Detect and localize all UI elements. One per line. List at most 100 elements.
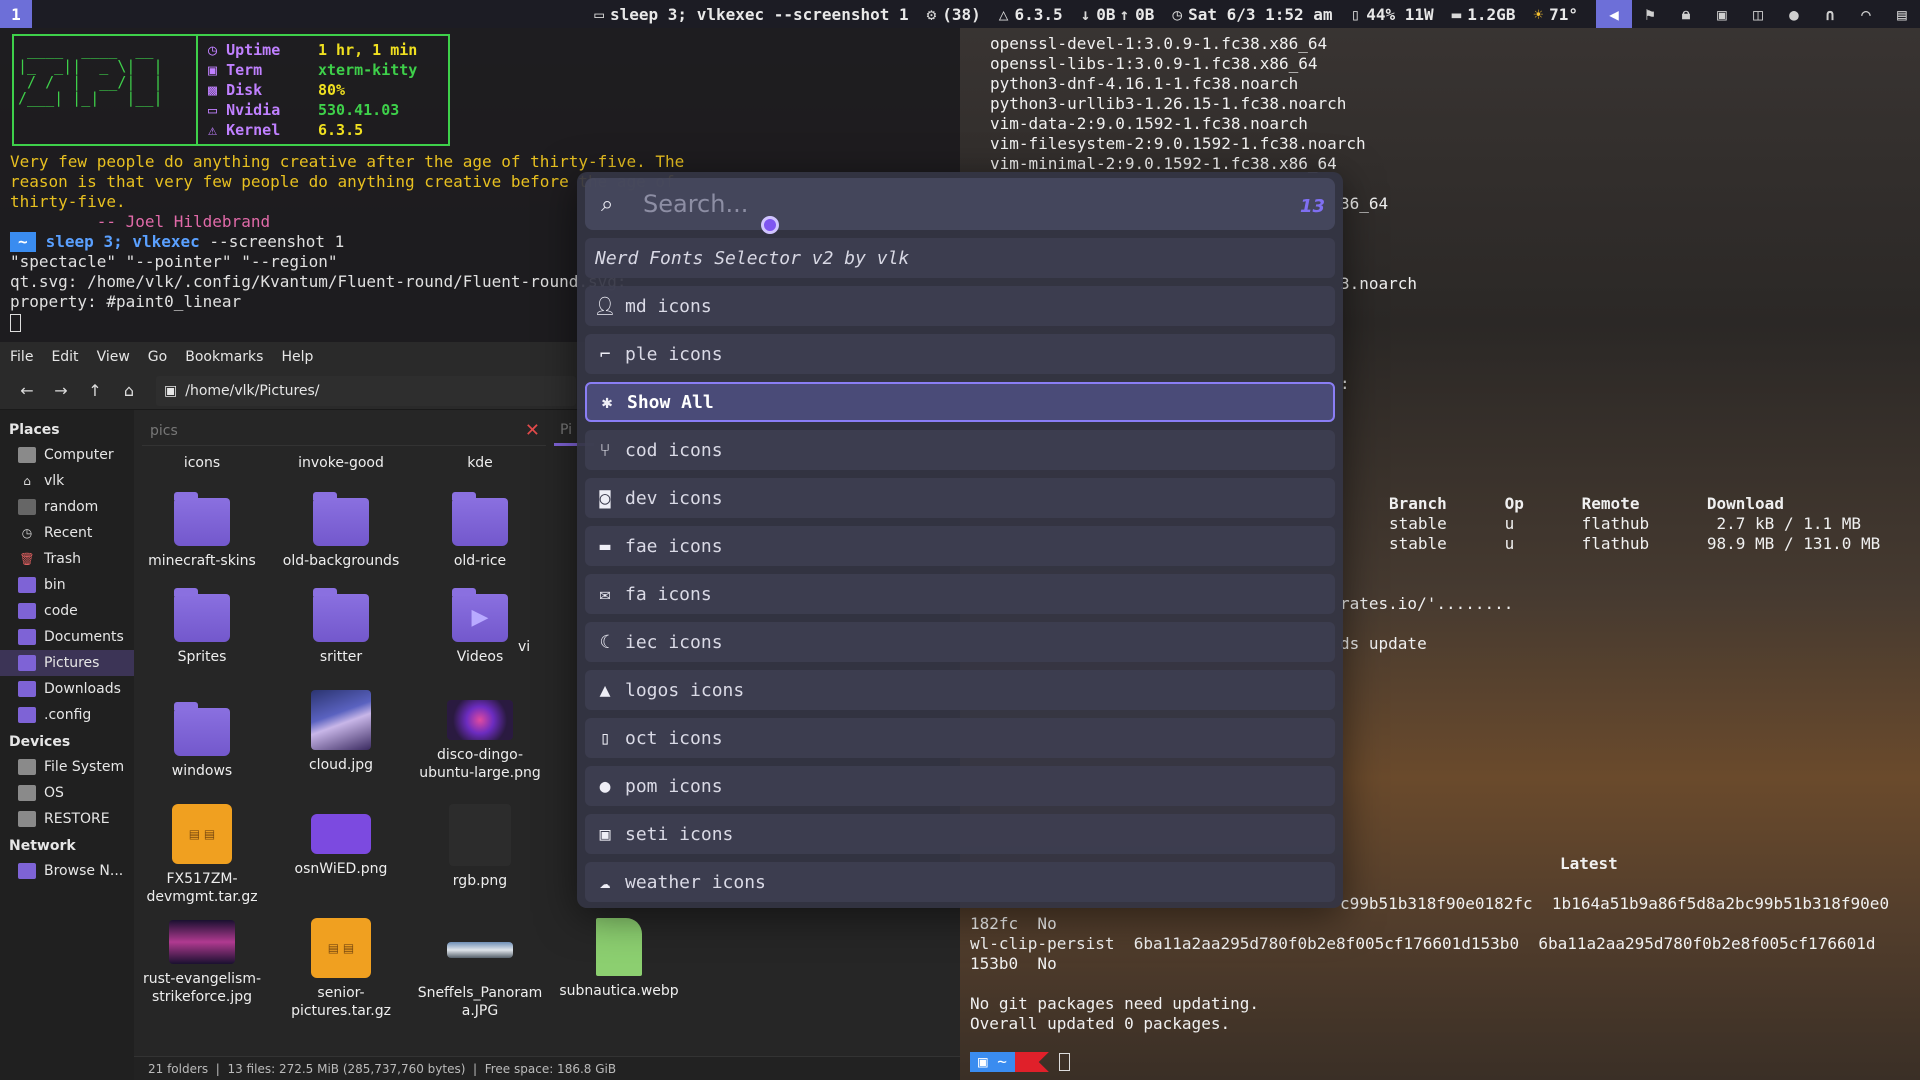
file-item-old-backgrounds[interactable]: old-backgrounds xyxy=(273,490,409,570)
window-title-widget: ▭ sleep 3; vlkexec --screenshot 1 xyxy=(594,5,908,24)
up-icon[interactable]: ↑ xyxy=(80,381,110,400)
list-item-pom-icons[interactable]: ● pom icons xyxy=(585,766,1335,806)
home-icon[interactable]: ⌂ xyxy=(114,381,144,400)
list-item-dev-icons[interactable]: ◙ dev icons xyxy=(585,478,1335,518)
output-line: No git packages need updating. xyxy=(970,994,1259,1013)
forward-icon[interactable]: → xyxy=(46,381,76,400)
sidebar-item-trash[interactable]: 🗑︎ Trash xyxy=(0,546,134,572)
list-item-cod-icons[interactable]: ⑂ cod icons xyxy=(585,430,1335,470)
menu-go[interactable]: Go xyxy=(148,349,167,365)
list-item-oct-icons[interactable]: ▯ oct icons xyxy=(585,718,1335,758)
back-icon[interactable]: ← xyxy=(12,381,42,400)
file-item-sprites[interactable]: Sprites xyxy=(134,586,270,666)
image-thumbnail xyxy=(449,804,511,866)
fetch-value: 530.41.03 xyxy=(318,101,400,119)
list-item-weather-icons[interactable]: ☁ weather icons xyxy=(585,862,1335,902)
top-bar: 1 ▭ sleep 3; vlkexec --screenshot 1 ⚙ (3… xyxy=(0,0,1920,28)
file-item-vi[interactable]: vi xyxy=(518,638,548,656)
wifi-icon[interactable]: ◠ xyxy=(1848,0,1884,28)
file-item-sneffels[interactable]: Sneffels_Panoram a.JPG xyxy=(412,918,548,1020)
sidebar-item-recent[interactable]: ◷ Recent xyxy=(0,520,134,546)
sidebar-item-config[interactable]: .config xyxy=(0,702,134,728)
search-bar[interactable]: ⌕ 13 xyxy=(585,178,1335,230)
file-item-rgb[interactable]: rgb.png xyxy=(412,804,548,890)
sidebar-item-os[interactable]: OS xyxy=(0,780,134,806)
ascii-logo: ____ ____ __ |_ _|| _ \| | / / | __/| | … xyxy=(12,34,198,146)
list-item-iec-icons[interactable]: ☾ iec icons xyxy=(585,622,1335,662)
sidebar-item-vlk[interactable]: ⌂ vlk xyxy=(0,468,134,494)
filter-placeholder: pics xyxy=(150,422,178,439)
flatpak-row: stable u flathub 2.7 kB / 1.1 MB xyxy=(1389,514,1862,533)
output-line: vim-minimal-2:9.0.1592-1.fc38.x86_64 xyxy=(990,154,1337,173)
list-item-logos-icons[interactable]: ▲ logos icons xyxy=(585,670,1335,710)
folder-icon xyxy=(313,492,369,546)
devices-header: Devices xyxy=(9,734,71,750)
headphones-icon[interactable]: ∩ xyxy=(1812,0,1848,28)
filter-bar[interactable]: pics ✕ xyxy=(142,416,546,446)
notification-icon[interactable]: ▤ xyxy=(1884,0,1920,28)
bulb-icon[interactable]: ● xyxy=(1776,0,1812,28)
video-folder-icon xyxy=(452,588,508,642)
close-icon[interactable]: ✕ xyxy=(525,420,540,441)
file-label: vi xyxy=(518,639,531,655)
sidebar-item-bin[interactable]: bin xyxy=(0,572,134,598)
memory-icon: ▬ xyxy=(1451,4,1462,24)
volume-icon[interactable]: ◀ xyxy=(1596,0,1632,28)
output-line: python3-dnf-4.16.1-1.fc38.noarch xyxy=(990,74,1299,93)
file-item-fx517zm[interactable]: FX517ZM-devmgmt.tar.gz xyxy=(134,804,270,906)
sidebar-item-browse-network[interactable]: Browse N... xyxy=(0,858,134,884)
clock-widget[interactable]: ◷ Sat 6/3 1:52 am xyxy=(1172,5,1332,24)
file-item-kde[interactable]: kde xyxy=(412,454,548,472)
flatpak-row: stable u flathub 98.9 MB / 131.0 MB xyxy=(1389,534,1881,553)
file-item-senior-pictures[interactable]: senior-pictures.tar.gz xyxy=(273,918,409,1020)
lock-icon[interactable]: 🔒︎ xyxy=(1668,0,1704,28)
fetch-row: ▣ Term xterm-kitty xyxy=(208,60,438,80)
menu-view[interactable]: View xyxy=(97,349,130,365)
menu-edit[interactable]: Edit xyxy=(51,349,78,365)
file-item-minecraft-skins[interactable]: minecraft-skins xyxy=(134,490,270,570)
window-icon[interactable]: ▣ xyxy=(1704,0,1740,28)
file-item-sritter[interactable]: sritter xyxy=(273,586,409,666)
sidebar-item-random[interactable]: random xyxy=(0,494,134,520)
command-sleep: sleep 3; xyxy=(45,232,123,251)
file-item-icons[interactable]: icons xyxy=(134,454,270,472)
search-input[interactable] xyxy=(643,190,1263,218)
menu-file[interactable]: File xyxy=(10,349,33,365)
sidebar-item-pictures[interactable]: Pictures xyxy=(0,650,134,676)
folder-icon xyxy=(18,629,36,645)
sidebar-item-filesystem[interactable]: File System xyxy=(0,754,134,780)
file-item-windows[interactable]: windows xyxy=(134,700,270,780)
prompt-dir: ▣ ~ xyxy=(970,1052,1015,1072)
file-label: rust-evangelism-strikeforce.jpg xyxy=(142,971,262,1005)
sidebar-item-code[interactable]: code xyxy=(0,598,134,624)
archive-icon xyxy=(172,804,232,864)
file-item-osnwied[interactable]: osnWiED.png xyxy=(273,804,409,878)
workspace-indicator[interactable]: 1 xyxy=(0,0,32,28)
sidebar-item-downloads[interactable]: Downloads xyxy=(0,676,134,702)
output-line: python3-urllib3-1.26.15-1.fc38.noarch xyxy=(990,94,1347,113)
list-item-fae-icons[interactable]: ▬ fae icons xyxy=(585,526,1335,566)
menu-bookmarks[interactable]: Bookmarks xyxy=(185,349,263,365)
folder-icon xyxy=(313,588,369,642)
menu-help[interactable]: Help xyxy=(281,349,313,365)
sidebar-item-computer[interactable]: Computer xyxy=(0,442,134,468)
file-item-invoke-good[interactable]: invoke-good xyxy=(273,454,409,472)
file-item-subnautica[interactable]: subnautica.webp xyxy=(551,918,687,1000)
list-item-ple-icons[interactable]: ⌐ ple icons xyxy=(585,334,1335,374)
sidebar-item-documents[interactable]: Documents xyxy=(0,624,134,650)
flag-icon[interactable]: ⚑ xyxy=(1632,0,1668,28)
file-item-rust-evangelism[interactable]: rust-evangelism-strikeforce.jpg xyxy=(134,920,270,1006)
list-item-show-all[interactable]: ✱ Show All xyxy=(585,382,1335,422)
file-item-disco-dingo[interactable]: disco-dingo-ubuntu-large.png xyxy=(412,690,548,782)
list-item-fa-icons[interactable]: ✉ fa icons xyxy=(585,574,1335,614)
path-bar[interactable]: ▣ /home/vlk/Pictures/ xyxy=(156,375,576,406)
list-item-md-icons[interactable]: 👤︎ md icons xyxy=(585,286,1335,326)
file-item-cloud[interactable]: cloud.jpg xyxy=(273,690,409,774)
sidebar-item-restore[interactable]: RESTORE xyxy=(0,806,134,832)
updates-widget[interactable]: ⚙ (38) xyxy=(927,5,981,24)
file-item-old-rice[interactable]: old-rice xyxy=(412,490,548,570)
sun-icon: ☀ xyxy=(1533,4,1544,24)
list-item-seti-icons[interactable]: ▣ seti icons xyxy=(585,814,1335,854)
fetch-value: 6.3.5 xyxy=(318,121,364,139)
display-icon[interactable]: ◫ xyxy=(1740,0,1776,28)
